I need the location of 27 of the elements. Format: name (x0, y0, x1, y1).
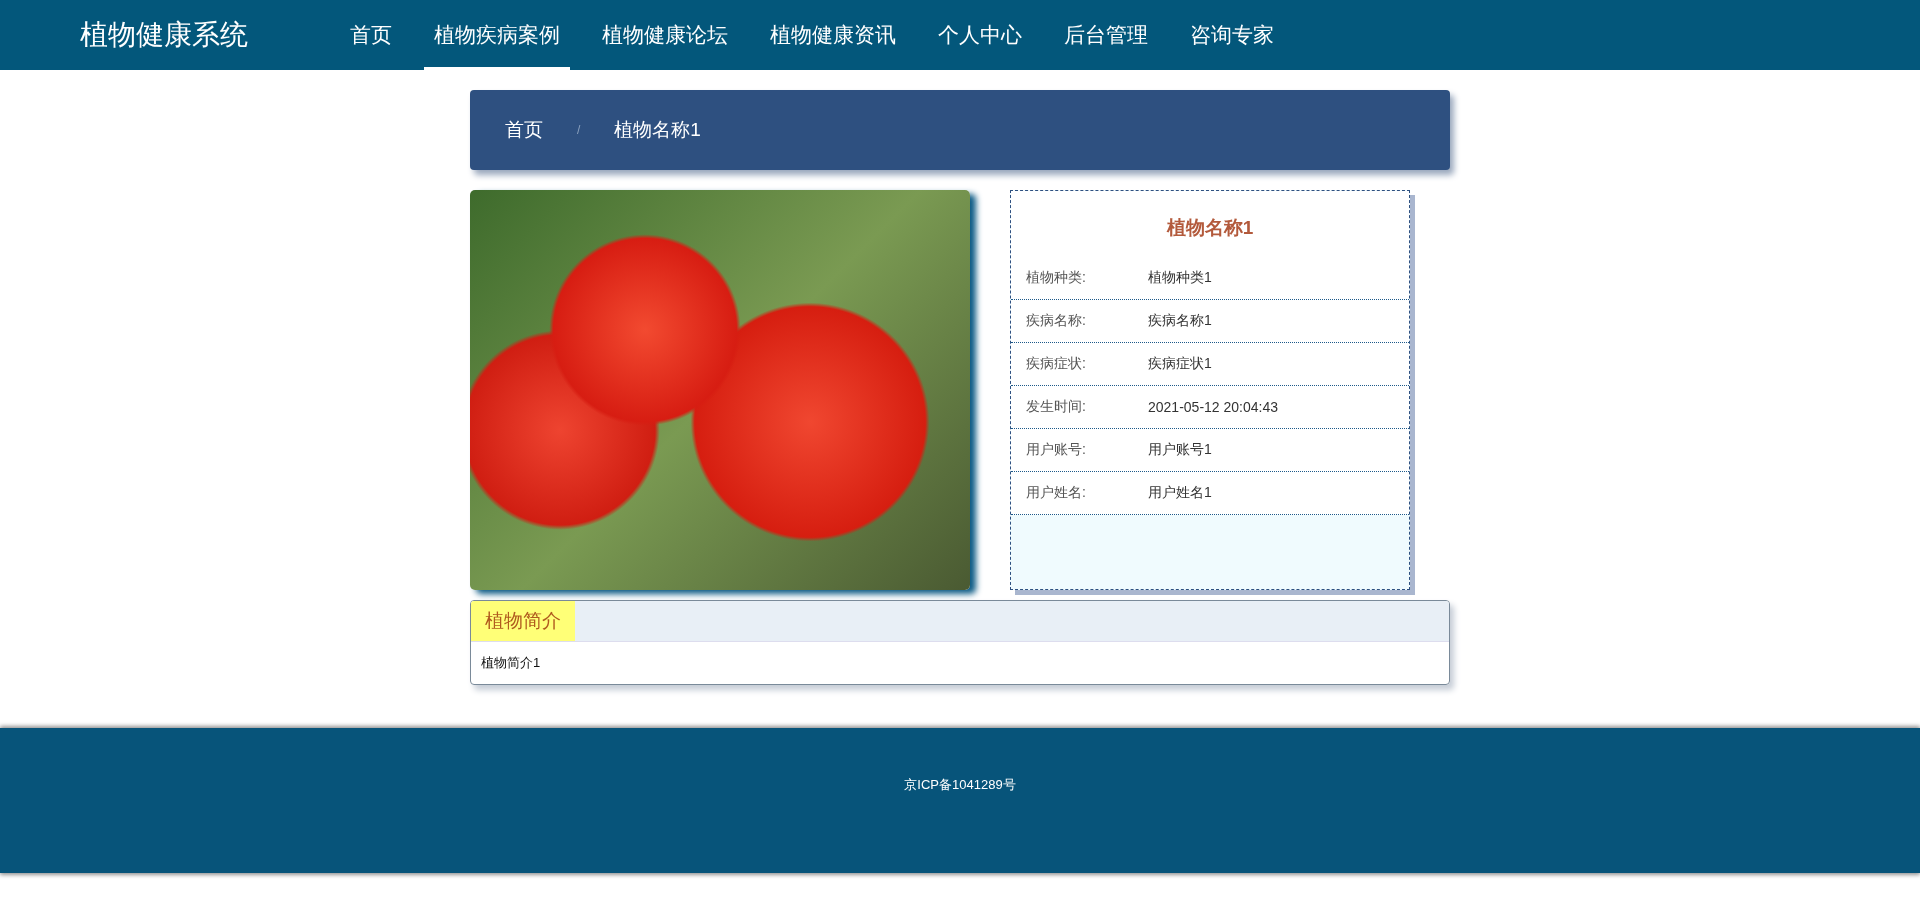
nav-link[interactable]: 个人中心 (928, 0, 1032, 70)
field-label: 疾病症状: (1025, 355, 1087, 373)
breadcrumb-link[interactable]: 首页 (505, 117, 543, 143)
field-value: 疾病名称1 (1148, 312, 1212, 330)
field-value: 植物种类1 (1148, 269, 1212, 287)
field-value: 用户姓名1 (1148, 484, 1212, 502)
footer-text: 京ICP备1041289号 (904, 776, 1016, 794)
nav-link[interactable]: 植物健康资讯 (760, 0, 906, 70)
field-label: 用户姓名: (1025, 484, 1087, 502)
nav-link[interactable]: 后台管理 (1054, 0, 1158, 70)
intro-tab[interactable]: 植物简介 (471, 601, 575, 641)
nav-link[interactable]: 首页 (340, 0, 402, 70)
field-label: 发生时间: (1025, 398, 1087, 416)
breadcrumb-separator: / (577, 123, 581, 137)
detail-title: 植物名称1 (1011, 191, 1409, 257)
nav-link[interactable]: 植物健康论坛 (592, 0, 738, 70)
field-value: 疾病症状1 (1148, 355, 1212, 373)
breadcrumb-link[interactable]: 植物名称1 (614, 117, 701, 143)
field-label: 植物种类: (1025, 269, 1087, 287)
field-value: 2021-05-12 20:04:43 (1148, 399, 1278, 415)
field-value: 用户账号1 (1148, 441, 1212, 459)
site-title: 植物健康系统 (79, 18, 249, 52)
nav-link[interactable]: 植物疾病案例 (424, 0, 570, 70)
field-label: 用户账号: (1025, 441, 1087, 459)
nav-link[interactable]: 咨询专家 (1180, 0, 1284, 70)
intro-text: 植物简介1 (480, 654, 542, 672)
field-label: 疾病名称: (1025, 312, 1087, 330)
